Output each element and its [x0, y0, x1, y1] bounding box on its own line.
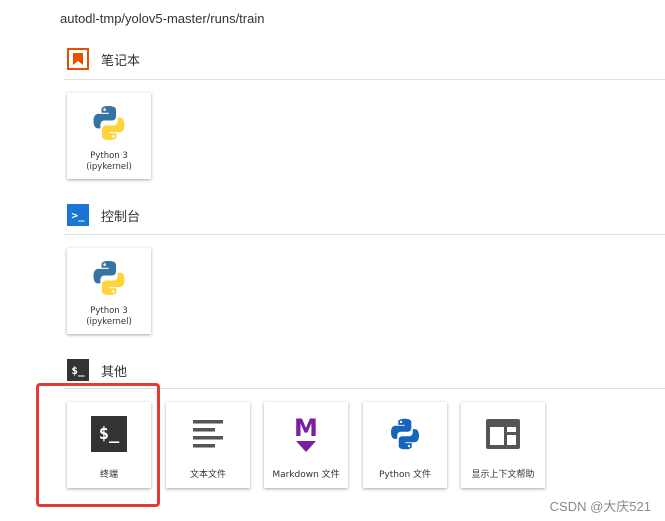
kernel-spec: (ipykernel)	[86, 162, 132, 172]
other-section-header: $_ 其他	[67, 358, 127, 382]
markdown-file-label: Markdown 文件	[272, 470, 340, 480]
python-file-icon	[387, 412, 423, 456]
text-file-icon	[190, 412, 226, 456]
kernel-name: Python 3	[90, 151, 128, 161]
kernel-label: Python 3 (ipykernel)	[86, 306, 132, 328]
console-section-title: 控制台	[101, 209, 141, 225]
markdown-file-launcher[interactable]: M Markdown 文件	[264, 402, 348, 488]
console-icon: >_	[67, 204, 89, 226]
text-file-label: 文本文件	[189, 470, 226, 480]
terminal-highlight-box	[36, 383, 160, 507]
notebook-python3-launcher[interactable]: Python 3 (ipykernel)	[67, 93, 151, 179]
terminal-section-icon: $_	[67, 359, 89, 381]
console-section-header: >_ 控制台	[67, 203, 140, 227]
python-file-label: Python 文件	[378, 470, 432, 480]
markdown-icon: M	[288, 412, 324, 456]
console-icon-glyph: >_	[71, 208, 85, 222]
other-section-title: 其他	[101, 364, 128, 380]
context-help-label: 显示上下文帮助	[471, 470, 535, 480]
context-help-launcher[interactable]: 显示上下文帮助	[461, 402, 545, 488]
watermark: CSDN @大庆521	[549, 499, 651, 514]
python-file-launcher[interactable]: Python 文件	[363, 402, 447, 488]
notebook-divider	[64, 79, 665, 80]
kernel-label: Python 3 (ipykernel)	[86, 151, 132, 173]
kernel-name: Python 3	[90, 306, 128, 316]
notebook-icon	[67, 48, 89, 70]
console-divider	[64, 234, 665, 235]
console-python3-launcher[interactable]: Python 3 (ipykernel)	[67, 248, 151, 334]
python-logo-icon	[89, 256, 129, 300]
notebook-section-header: 笔记本	[67, 47, 140, 71]
text-file-launcher[interactable]: 文本文件	[166, 402, 250, 488]
context-help-icon	[484, 412, 522, 456]
breadcrumb-path[interactable]: autodl-tmp/yolov5-master/runs/train	[60, 11, 264, 26]
python-logo-icon	[89, 101, 129, 145]
svg-text:M: M	[294, 414, 318, 442]
kernel-spec: (ipykernel)	[86, 317, 132, 327]
notebook-section-title: 笔记本	[101, 53, 141, 69]
terminal-section-icon-glyph: $_	[71, 363, 85, 377]
